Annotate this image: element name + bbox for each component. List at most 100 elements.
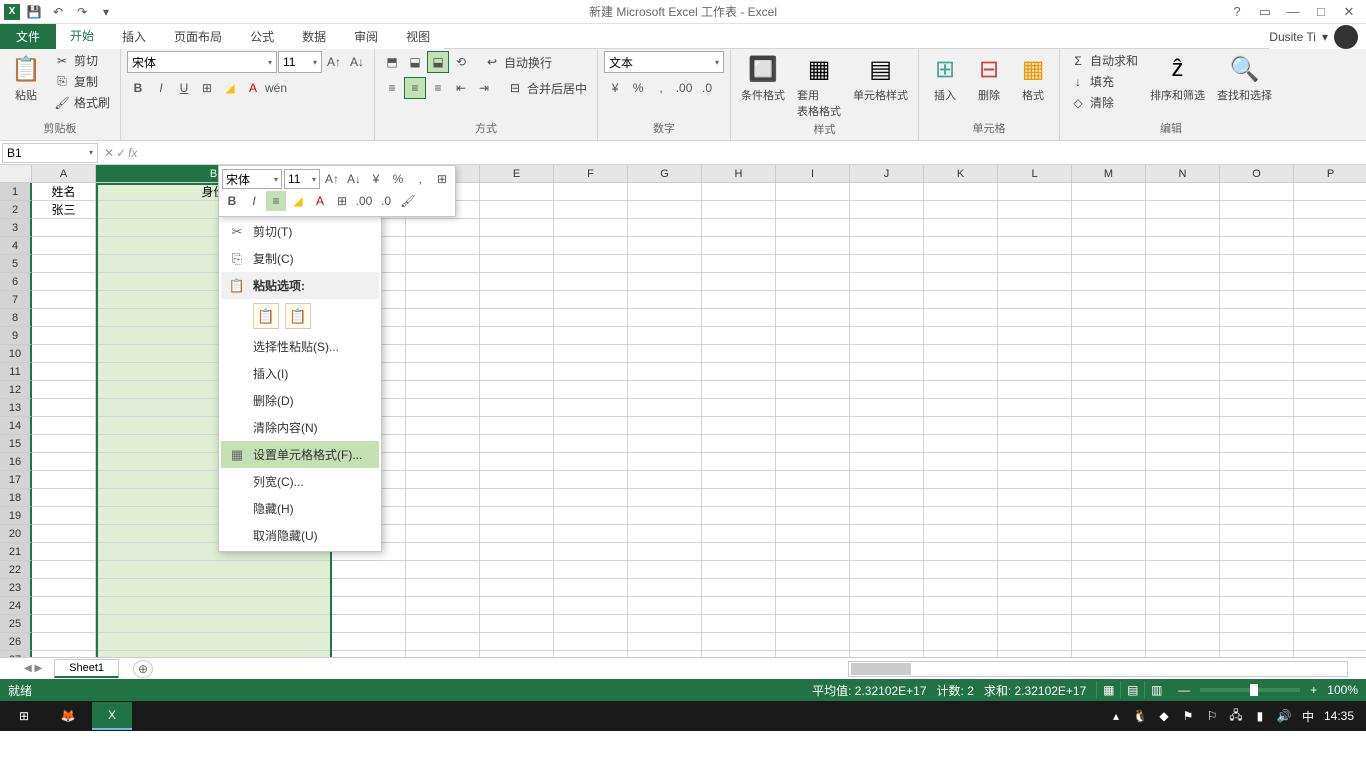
cell-N18[interactable]: [1146, 489, 1220, 507]
cell-J19[interactable]: [850, 507, 924, 525]
cell-E21[interactable]: [480, 543, 554, 561]
cell-F25[interactable]: [554, 615, 628, 633]
cell-M22[interactable]: [1072, 561, 1146, 579]
decrease-decimal-button[interactable]: .0: [696, 77, 718, 99]
cell-K27[interactable]: [924, 651, 998, 657]
cell-A4[interactable]: [32, 237, 96, 255]
cell-H21[interactable]: [702, 543, 776, 561]
cell-K19[interactable]: [924, 507, 998, 525]
menu-delete[interactable]: 删除(D): [221, 387, 379, 414]
paste-option-default[interactable]: 📋: [253, 303, 279, 329]
cell-O21[interactable]: [1220, 543, 1294, 561]
cell-I1[interactable]: [776, 183, 850, 201]
cell-E15[interactable]: [480, 435, 554, 453]
cell-A8[interactable]: [32, 309, 96, 327]
mini-format-painter[interactable]: 🖌: [398, 191, 418, 211]
home-tab[interactable]: 开始: [56, 24, 108, 49]
cell-I7[interactable]: [776, 291, 850, 309]
cell-G18[interactable]: [628, 489, 702, 507]
sheet-nav[interactable]: ◀ ▶: [24, 663, 42, 674]
cell-A2[interactable]: 张三: [32, 201, 96, 219]
zoom-slider[interactable]: [1200, 688, 1300, 692]
row-header-22[interactable]: 22: [0, 561, 32, 579]
cell-M21[interactable]: [1072, 543, 1146, 561]
cell-M2[interactable]: [1072, 201, 1146, 219]
cell-P2[interactable]: [1294, 201, 1366, 219]
cell-A19[interactable]: [32, 507, 96, 525]
cell-H24[interactable]: [702, 597, 776, 615]
cell-N20[interactable]: [1146, 525, 1220, 543]
cell-D24[interactable]: [406, 597, 480, 615]
cell-L5[interactable]: [998, 255, 1072, 273]
tray-qq-icon[interactable]: 🐧: [1132, 708, 1148, 724]
cell-P13[interactable]: [1294, 399, 1366, 417]
formula-input[interactable]: [141, 143, 1366, 163]
cell-O16[interactable]: [1220, 453, 1294, 471]
cell-M3[interactable]: [1072, 219, 1146, 237]
cell-D4[interactable]: [406, 237, 480, 255]
cell-L18[interactable]: [998, 489, 1072, 507]
cell-F18[interactable]: [554, 489, 628, 507]
cell-J20[interactable]: [850, 525, 924, 543]
cell-O17[interactable]: [1220, 471, 1294, 489]
cell-P8[interactable]: [1294, 309, 1366, 327]
add-sheet-button[interactable]: ⊕: [133, 660, 153, 678]
cell-J14[interactable]: [850, 417, 924, 435]
tray-clock[interactable]: 14:35: [1324, 709, 1354, 723]
cell-P26[interactable]: [1294, 633, 1366, 651]
cell-M4[interactable]: [1072, 237, 1146, 255]
cell-E24[interactable]: [480, 597, 554, 615]
italic-button[interactable]: I: [150, 77, 172, 99]
cell-O5[interactable]: [1220, 255, 1294, 273]
cell-H15[interactable]: [702, 435, 776, 453]
cell-L22[interactable]: [998, 561, 1072, 579]
cell-H22[interactable]: [702, 561, 776, 579]
cell-K14[interactable]: [924, 417, 998, 435]
cell-J1[interactable]: [850, 183, 924, 201]
cell-F12[interactable]: [554, 381, 628, 399]
cell-M10[interactable]: [1072, 345, 1146, 363]
underline-button[interactable]: U: [173, 77, 195, 99]
cell-J10[interactable]: [850, 345, 924, 363]
cell-P18[interactable]: [1294, 489, 1366, 507]
insert-tab[interactable]: 插入: [108, 24, 160, 49]
cell-E2[interactable]: [480, 201, 554, 219]
cell-N27[interactable]: [1146, 651, 1220, 657]
cell-K13[interactable]: [924, 399, 998, 417]
cell-G16[interactable]: [628, 453, 702, 471]
cell-G19[interactable]: [628, 507, 702, 525]
cell-D6[interactable]: [406, 273, 480, 291]
cell-H19[interactable]: [702, 507, 776, 525]
cell-P10[interactable]: [1294, 345, 1366, 363]
menu-column-width[interactable]: 列宽(C)...: [221, 468, 379, 495]
cell-A7[interactable]: [32, 291, 96, 309]
mini-fill-color[interactable]: ◢: [288, 191, 308, 211]
menu-copy[interactable]: ⎘复制(C): [221, 245, 379, 272]
cell-L6[interactable]: [998, 273, 1072, 291]
close-button[interactable]: ✕: [1336, 2, 1362, 22]
cell-F19[interactable]: [554, 507, 628, 525]
cell-G22[interactable]: [628, 561, 702, 579]
cell-O13[interactable]: [1220, 399, 1294, 417]
help-button[interactable]: ?: [1224, 2, 1250, 22]
mini-size-select[interactable]: 11▾: [284, 169, 320, 189]
cell-F22[interactable]: [554, 561, 628, 579]
cell-I2[interactable]: [776, 201, 850, 219]
cell-G27[interactable]: [628, 651, 702, 657]
cell-F4[interactable]: [554, 237, 628, 255]
cell-P25[interactable]: [1294, 615, 1366, 633]
cell-G2[interactable]: [628, 201, 702, 219]
cell-K12[interactable]: [924, 381, 998, 399]
redo-button[interactable]: ↷: [72, 2, 92, 22]
cell-M14[interactable]: [1072, 417, 1146, 435]
cell-A25[interactable]: [32, 615, 96, 633]
cell-K23[interactable]: [924, 579, 998, 597]
row-header-12[interactable]: 12: [0, 381, 32, 399]
cell-L11[interactable]: [998, 363, 1072, 381]
row-header-8[interactable]: 8: [0, 309, 32, 327]
cell-M9[interactable]: [1072, 327, 1146, 345]
cell-J25[interactable]: [850, 615, 924, 633]
cell-K17[interactable]: [924, 471, 998, 489]
cell-N11[interactable]: [1146, 363, 1220, 381]
cell-A9[interactable]: [32, 327, 96, 345]
